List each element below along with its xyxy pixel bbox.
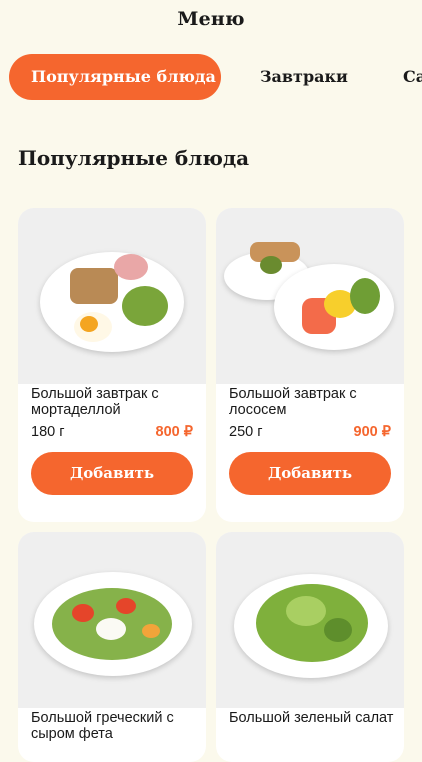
product-name: Большой зеленый салат bbox=[229, 710, 394, 726]
product-photo bbox=[18, 532, 206, 708]
product-name: Большой греческий с сыром фета bbox=[31, 710, 174, 742]
tab-breakfasts[interactable]: Завтраки bbox=[260, 54, 348, 100]
product-weight: 250 г bbox=[229, 424, 263, 440]
product-card[interactable]: Большой греческий с сыром фета bbox=[18, 532, 206, 762]
page-title: Меню bbox=[177, 8, 245, 30]
product-name: Большой завтрак с лососем bbox=[229, 386, 357, 418]
product-price: 900 ₽ bbox=[353, 424, 391, 440]
product-photo bbox=[216, 532, 404, 708]
product-card[interactable]: Большой зеленый салат bbox=[216, 532, 404, 762]
product-weight: 180 г bbox=[31, 424, 65, 440]
product-card[interactable]: Большой завтрак с мортаделлой 180 г 800 … bbox=[18, 208, 206, 522]
product-photo bbox=[216, 208, 404, 384]
product-name: Большой завтрак с мортаделлой bbox=[31, 386, 159, 418]
add-button[interactable]: Добавить bbox=[31, 452, 193, 495]
section-title: Популярные блюда bbox=[18, 146, 250, 170]
add-button[interactable]: Добавить bbox=[229, 452, 391, 495]
tab-salads[interactable]: Са bbox=[403, 54, 422, 100]
tab-popular[interactable]: Популярные блюда bbox=[9, 54, 221, 100]
product-price: 800 ₽ bbox=[155, 424, 193, 440]
product-photo bbox=[18, 208, 206, 384]
product-card[interactable]: Большой завтрак с лососем 250 г 900 ₽ До… bbox=[216, 208, 404, 522]
category-tabs: Популярные блюда Завтраки Са bbox=[0, 54, 422, 100]
